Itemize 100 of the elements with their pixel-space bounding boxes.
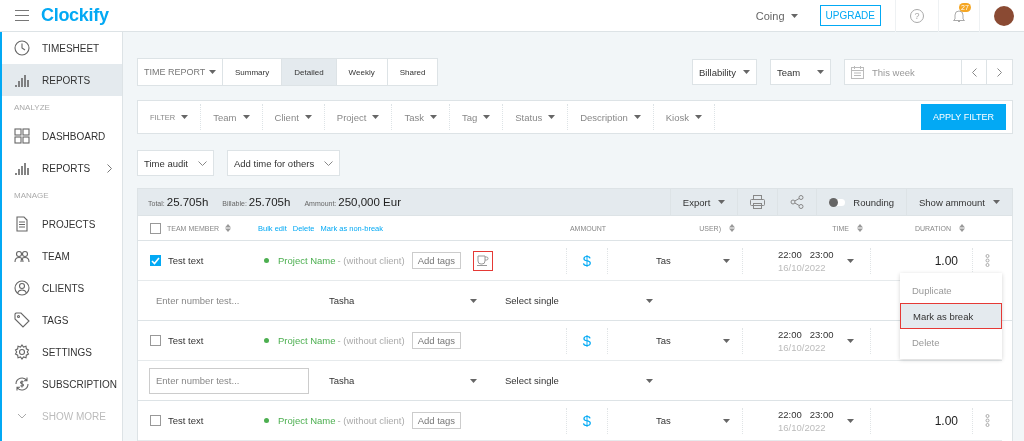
project-dot-icon — [264, 258, 269, 263]
billable-icon[interactable]: $ — [582, 412, 592, 429]
person-icon — [14, 280, 30, 296]
project-name[interactable]: Project Name — [278, 415, 336, 426]
gear-icon — [14, 344, 30, 360]
caret-icon — [548, 115, 556, 119]
client-name: - (without client) — [337, 415, 405, 426]
report-tab[interactable]: Shared — [387, 59, 438, 85]
checkbox[interactable] — [150, 415, 161, 426]
team-dropdown[interactable]: Team — [770, 59, 831, 85]
sort-icon — [729, 224, 735, 232]
entry-description: Test text — [168, 415, 204, 426]
export-dropdown[interactable]: Export — [669, 189, 738, 215]
billable-icon[interactable]: $ — [582, 252, 592, 269]
stat-value: 25.705h — [248, 196, 291, 208]
number-input-field[interactable]: Enter number test... — [149, 367, 309, 394]
workspace-dropdown[interactable]: Coing — [755, 9, 798, 22]
billable-icon[interactable]: $ — [582, 332, 592, 349]
menu-item[interactable]: Mark as break — [900, 303, 1002, 329]
chevron-down-icon — [324, 160, 334, 166]
sidebar-item-label: TAGS — [42, 314, 69, 326]
sidebar-item[interactable]: REPORTS — [2, 64, 122, 96]
document-icon — [14, 216, 30, 232]
sidebar-item-label: REPORTS — [42, 162, 91, 174]
filter-dropdown[interactable]: Project — [324, 104, 393, 130]
caret-icon — [722, 258, 730, 263]
caret-icon — [847, 258, 855, 263]
menu-item[interactable]: Delete — [900, 329, 1002, 355]
menu-icon[interactable] — [15, 10, 29, 21]
caret-icon — [847, 418, 855, 423]
time-range[interactable]: 22:00 23:00 — [778, 248, 834, 260]
upgrade-button[interactable]: UPGRADE — [819, 5, 881, 26]
filter-dropdown[interactable]: Team — [201, 104, 263, 130]
user-dropdown[interactable]: Tasha — [329, 288, 477, 313]
caret-icon — [209, 70, 216, 74]
checkbox[interactable] — [150, 222, 161, 234]
option-dropdown[interactable]: Add time for others — [227, 150, 341, 176]
sort-icon — [857, 224, 863, 232]
filter-dropdown[interactable]: Kiosk — [653, 104, 715, 130]
avatar[interactable] — [994, 5, 1014, 26]
caret-icon — [429, 115, 437, 119]
date-range-text: This week — [872, 66, 915, 78]
add-tags-button[interactable]: Add tags — [411, 412, 462, 429]
checkbox[interactable] — [150, 335, 161, 346]
option-dropdown[interactable]: Time audit — [137, 150, 214, 176]
dollar-cycle-icon — [14, 376, 30, 392]
section-heading: MANAGE — [13, 190, 50, 202]
project-name[interactable]: Project Name — [278, 255, 336, 266]
break-button[interactable] — [473, 250, 494, 271]
grid-icon — [14, 128, 30, 144]
bell-icon[interactable] — [953, 8, 965, 23]
rounding-toggle[interactable] — [829, 198, 846, 206]
sidebar-item[interactable]: REPORTS — [2, 152, 122, 184]
add-tags-button[interactable]: Add tags — [411, 252, 462, 269]
sidebar-item[interactable]: CLIENTS — [2, 272, 122, 304]
user-dropdown[interactable]: Tasha — [329, 368, 477, 393]
select-dropdown[interactable]: Select single — [505, 288, 653, 313]
entry-date: 16/10/2022 — [778, 261, 827, 273]
caret-icon — [470, 378, 477, 383]
time-range[interactable]: 22:00 23:00 — [778, 408, 834, 420]
apply-filter-button[interactable]: APPLY FILTER — [920, 104, 1006, 130]
filter-dropdown[interactable]: Status — [503, 104, 569, 130]
user-name: Tas — [656, 335, 671, 346]
tag-icon — [14, 312, 30, 328]
checkbox[interactable] — [150, 255, 161, 266]
project-name[interactable]: Project Name — [278, 335, 336, 346]
sidebar-item[interactable]: PROJECTS — [2, 208, 122, 240]
sidebar-item[interactable]: DASHBOARD — [2, 120, 122, 152]
caret-icon — [483, 115, 491, 119]
caret-icon — [646, 298, 653, 303]
chevron-down-icon — [198, 160, 207, 166]
more-options-icon[interactable] — [985, 254, 990, 267]
filter-dropdown[interactable]: Client — [262, 104, 325, 130]
select-dropdown[interactable]: Select single — [505, 368, 653, 393]
show-amount-dropdown[interactable]: Show ammount — [906, 189, 1012, 215]
menu-item[interactable]: Duplicate — [900, 277, 1002, 303]
duration: 1.00 — [934, 413, 958, 428]
caret-icon — [470, 298, 477, 303]
project-dot-icon — [264, 338, 269, 343]
filter-dropdown[interactable]: Task — [392, 104, 450, 130]
more-options-icon[interactable] — [985, 414, 990, 427]
project-dot-icon — [264, 418, 269, 423]
sidebar-item[interactable]: SUBSCRIPTION — [2, 368, 122, 400]
show-more-label: SHOW MORE — [42, 410, 106, 422]
calendar-icon — [851, 65, 864, 79]
report-tab[interactable]: Weekly — [336, 59, 388, 85]
billability-dropdown[interactable]: Billability — [692, 59, 757, 85]
add-tags-button[interactable]: Add tags — [411, 332, 462, 349]
sidebar-item-label: TIMESHEET — [42, 42, 100, 54]
sidebar-item[interactable]: TIMESHEET — [2, 32, 122, 64]
sidebar-item[interactable]: TAGS — [2, 304, 122, 336]
report-tab[interactable]: Detailed — [282, 59, 337, 85]
bar-chart-icon — [14, 72, 30, 88]
time-range[interactable]: 22:00 23:00 — [778, 328, 834, 340]
sidebar-item[interactable]: SETTINGS — [2, 336, 122, 368]
report-type-dropdown[interactable]: TIME REPORT — [138, 59, 223, 85]
filter-dropdown[interactable]: Description — [568, 104, 654, 130]
filter-dropdown[interactable]: Tag — [449, 104, 504, 130]
sidebar-item[interactable]: TEAM — [2, 240, 122, 272]
caret-icon — [817, 70, 824, 74]
